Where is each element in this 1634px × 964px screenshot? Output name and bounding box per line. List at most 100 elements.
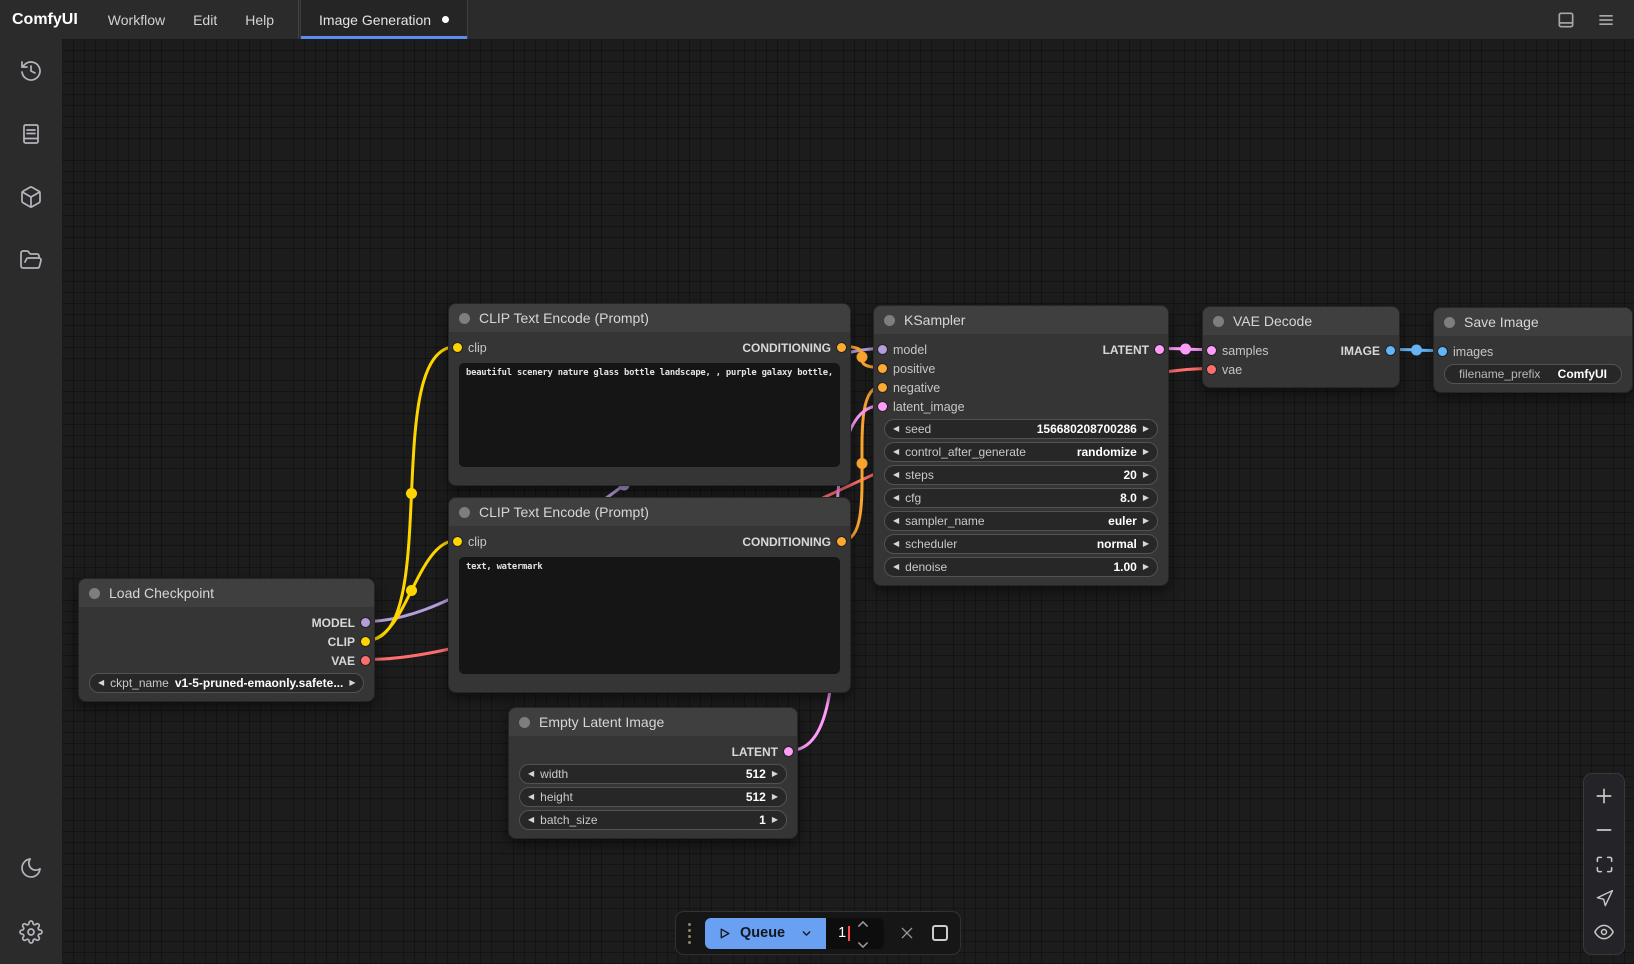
clear-queue-x-icon[interactable] xyxy=(896,925,917,941)
collapse-dot-icon[interactable] xyxy=(459,313,470,324)
node-save_image[interactable]: Save Imageimagesfilename_prefixComfyUI xyxy=(1433,307,1633,393)
samples-input-slot[interactable]: samples xyxy=(1207,344,1269,358)
node-vae_decode[interactable]: VAE DecodesamplesIMAGEvae xyxy=(1202,306,1400,388)
widget-cfg[interactable]: ◀cfg8.0▶ xyxy=(884,488,1158,508)
batch-count-input[interactable]: 1 xyxy=(826,918,884,949)
decrement-arrow-icon[interactable]: ◀ xyxy=(893,517,899,525)
conditioning-output-slot[interactable]: CONDITIONING xyxy=(742,535,846,549)
widget-control_after_generate[interactable]: ◀control_after_generaterandomize▶ xyxy=(884,442,1158,462)
increment-arrow-icon[interactable]: ▶ xyxy=(1143,517,1149,525)
latent-output-slot[interactable]: LATENT xyxy=(1103,343,1164,357)
increment-arrow-icon[interactable]: ▶ xyxy=(1143,494,1149,502)
node-header[interactable]: CLIP Text Encode (Prompt) xyxy=(449,498,850,526)
increment-arrow-icon[interactable]: ▶ xyxy=(772,770,778,778)
slot-dot[interactable] xyxy=(1207,365,1216,374)
widget-ckpt_name[interactable]: ◀ckpt_namev1-5-pruned-emaonly.safete...▶ xyxy=(89,673,364,693)
drag-handle-icon[interactable] xyxy=(686,923,693,944)
vae-input-slot[interactable]: vae xyxy=(1207,363,1242,377)
slot-dot[interactable] xyxy=(361,656,370,665)
collapse-dot-icon[interactable] xyxy=(1213,316,1224,327)
node-ksampler[interactable]: KSampler model LATENT positive negative laten… xyxy=(873,305,1169,586)
decrement-arrow-icon[interactable]: ◀ xyxy=(528,770,534,778)
node-header[interactable]: CLIP Text Encode (Prompt) xyxy=(449,304,850,332)
latent_image-input-slot[interactable]: latent_image xyxy=(878,400,965,414)
node-clip_positive[interactable]: CLIP Text Encode (Prompt) clip CONDITIONIN… xyxy=(448,303,851,486)
positive-input-slot[interactable]: positive xyxy=(878,362,935,376)
widget-sampler_name[interactable]: ◀sampler_nameeuler▶ xyxy=(884,511,1158,531)
slot-dot[interactable] xyxy=(453,343,462,352)
collapse-dot-icon[interactable] xyxy=(884,315,895,326)
queue-options-chevron-icon[interactable] xyxy=(800,927,813,940)
app-logo[interactable]: ComfyUI xyxy=(0,0,94,39)
prompt-textarea[interactable]: beautiful scenery nature glass bottle la… xyxy=(459,363,840,467)
collapse-dot-icon[interactable] xyxy=(1444,317,1455,328)
clip-input-slot[interactable]: clip xyxy=(453,535,487,549)
node-library-icon[interactable] xyxy=(19,122,43,146)
decrement-arrow-icon[interactable]: ◀ xyxy=(893,471,899,479)
widget-steps[interactable]: ◀steps20▶ xyxy=(884,465,1158,485)
slot-dot[interactable] xyxy=(1155,345,1164,354)
negative-input-slot[interactable]: negative xyxy=(878,381,940,395)
node-header[interactable]: VAE Decode xyxy=(1203,307,1399,335)
widget-filename_prefix[interactable]: filename_prefixComfyUI xyxy=(1444,364,1622,384)
model-input-slot[interactable]: model xyxy=(878,343,927,357)
collapse-dot-icon[interactable] xyxy=(89,588,100,599)
decrement-arrow-icon[interactable]: ◀ xyxy=(893,494,899,502)
node-empty_latent[interactable]: Empty Latent ImageLATENT◀width512▶◀heigh… xyxy=(508,707,798,839)
node-header[interactable]: KSampler xyxy=(874,306,1168,334)
zoom-out-icon[interactable] xyxy=(1592,818,1616,842)
increment-arrow-icon[interactable]: ▶ xyxy=(1143,540,1149,548)
increment-arrow-icon[interactable]: ▶ xyxy=(772,793,778,801)
toggle-link-visibility-eye-icon[interactable] xyxy=(1592,920,1616,944)
queue-button[interactable]: Queue xyxy=(705,918,826,949)
decrement-arrow-icon[interactable]: ◀ xyxy=(98,679,104,687)
menu-help[interactable]: Help xyxy=(231,0,288,39)
decrement-arrow-icon[interactable]: ◀ xyxy=(893,540,899,548)
slot-dot[interactable] xyxy=(878,383,887,392)
slot-dot[interactable] xyxy=(361,618,370,627)
settings-gear-icon[interactable] xyxy=(19,920,43,944)
increment-arrow-icon[interactable]: ▶ xyxy=(772,816,778,824)
slot-dot[interactable] xyxy=(361,637,370,646)
theme-toggle-moon-icon[interactable] xyxy=(19,856,43,880)
clip-output-slot[interactable]: CLIP xyxy=(328,635,370,649)
increment-arrow-icon[interactable]: ▶ xyxy=(1143,471,1149,479)
fit-view-icon[interactable] xyxy=(1592,852,1616,876)
workflows-folder-icon[interactable] xyxy=(19,248,43,272)
node-header[interactable]: Save Image xyxy=(1434,308,1632,336)
decrement-arrow-icon[interactable]: ◀ xyxy=(528,816,534,824)
slot-dot[interactable] xyxy=(453,537,462,546)
widget-batch_size[interactable]: ◀batch_size1▶ xyxy=(519,810,787,830)
decrement-arrow-icon[interactable]: ◀ xyxy=(893,425,899,433)
slot-dot[interactable] xyxy=(837,343,846,352)
slot-dot[interactable] xyxy=(878,402,887,411)
slot-dot[interactable] xyxy=(1207,346,1216,355)
menu-edit[interactable]: Edit xyxy=(179,0,231,39)
widget-denoise[interactable]: ◀denoise1.00▶ xyxy=(884,557,1158,577)
model-library-icon[interactable] xyxy=(19,185,43,209)
increment-arrow-icon[interactable]: ▶ xyxy=(349,679,355,687)
increment-arrow-icon[interactable]: ▶ xyxy=(1143,425,1149,433)
toggle-bottom-panel-icon[interactable] xyxy=(1546,0,1586,39)
prompt-textarea[interactable]: text, watermark xyxy=(459,557,840,674)
slot-dot[interactable] xyxy=(784,747,793,756)
widget-width[interactable]: ◀width512▶ xyxy=(519,764,787,784)
queue-history-icon[interactable] xyxy=(19,59,43,83)
slot-dot[interactable] xyxy=(1438,347,1447,356)
hamburger-menu-icon[interactable] xyxy=(1586,0,1626,39)
slot-dot[interactable] xyxy=(1386,346,1395,355)
node-load_checkpoint[interactable]: Load CheckpointMODELCLIPVAE◀ckpt_namev1-… xyxy=(78,578,375,702)
latent-output-slot[interactable]: LATENT xyxy=(732,745,793,759)
clip-input-slot[interactable]: clip xyxy=(453,341,487,355)
increment-arrow-icon[interactable]: ▶ xyxy=(1143,563,1149,571)
tab-image-generation[interactable]: Image Generation xyxy=(300,0,468,39)
slot-dot[interactable] xyxy=(878,345,887,354)
conditioning-output-slot[interactable]: CONDITIONING xyxy=(742,341,846,355)
slot-dot[interactable] xyxy=(878,364,887,373)
decrement-arrow-icon[interactable]: ◀ xyxy=(893,563,899,571)
model-output-slot[interactable]: MODEL xyxy=(312,616,370,630)
menu-workflow[interactable]: Workflow xyxy=(94,0,179,39)
decrement-batch-icon[interactable] xyxy=(858,935,868,953)
zoom-in-icon[interactable] xyxy=(1592,784,1616,808)
collapse-dot-icon[interactable] xyxy=(519,717,530,728)
